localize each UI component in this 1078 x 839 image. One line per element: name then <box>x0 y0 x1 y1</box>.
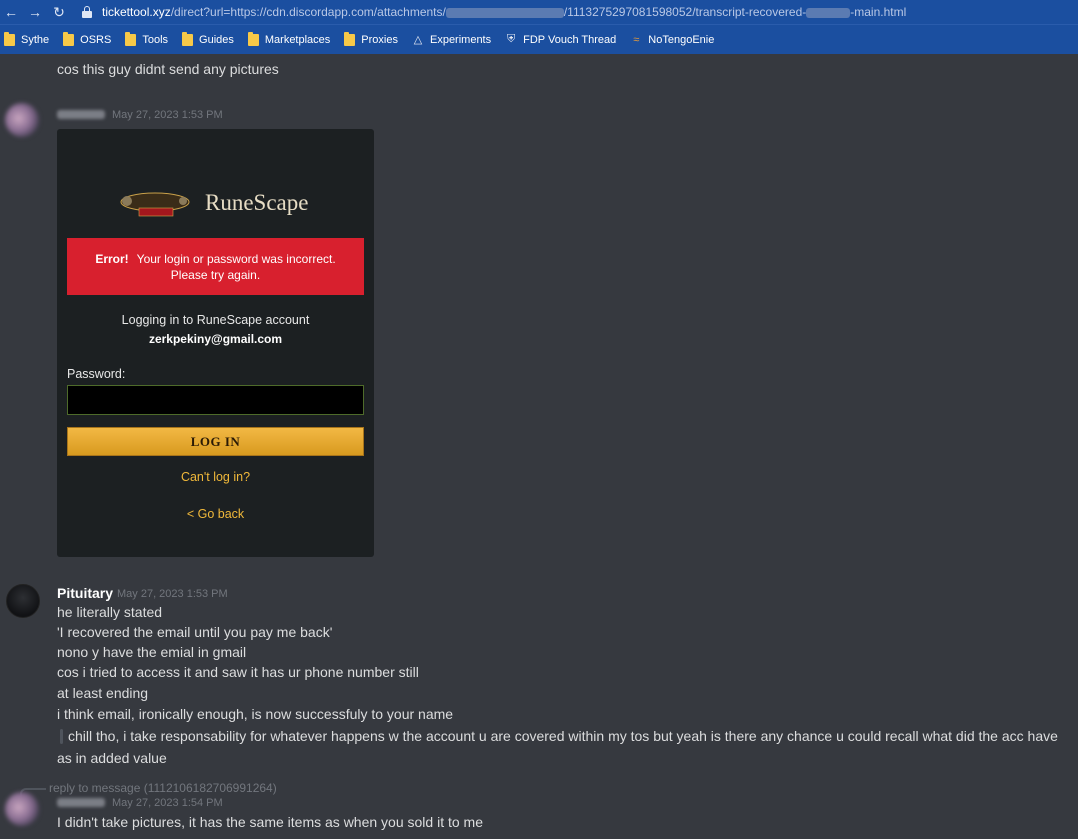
bookmark-label: OSRS <box>80 33 112 46</box>
folder-icon <box>63 31 75 46</box>
chat-transcript: cos this guy didnt send any pictures May… <box>0 54 1078 839</box>
wave-icon: ≈ <box>633 33 640 46</box>
lock-icon[interactable] <box>82 6 92 18</box>
error-message: Your login or password was incorrect. <box>136 252 336 266</box>
password-label: Password: <box>67 367 126 381</box>
login-account-label: Logging in to RuneScape account <box>121 313 310 327</box>
message-text: cos this guy didnt send any pictures <box>57 61 279 77</box>
message-text: nono y have the emial in gmail <box>57 644 247 660</box>
folder-icon <box>247 31 259 46</box>
bookmark-label: Sythe <box>21 33 50 46</box>
url-path-end: -main.html <box>850 5 907 19</box>
bookmark-label: Proxies <box>361 33 398 46</box>
bookmark-osrs[interactable]: OSRS <box>63 31 112 46</box>
bookmark-guides[interactable]: Guides <box>182 31 234 46</box>
bookmark-label: Guides <box>199 33 234 46</box>
message-text: i think email, ironically enough, is now… <box>57 706 454 722</box>
url-path-mid: /1113275297081598052/transcript-recovere… <box>563 5 807 19</box>
go-back-link[interactable]: < Go back <box>57 507 374 521</box>
back-arrow-icon[interactable]: ← <box>2 0 20 24</box>
avatar[interactable] <box>5 103 39 137</box>
cant-login-link[interactable]: Can't log in? <box>57 470 374 484</box>
bookmark-fdp-vouch-thread[interactable]: ⛨ FDP Vouch Thread <box>505 33 617 46</box>
password-field[interactable] <box>67 385 364 415</box>
bookmarks-bar: Sythe OSRS Tools Guides Marketplaces Pro… <box>0 24 1078 54</box>
login-email: zerkpekiny@gmail.com <box>148 332 283 346</box>
bookmark-label: FDP Vouch Thread <box>523 33 617 46</box>
bookmark-proxies[interactable]: Proxies <box>344 31 398 46</box>
bookmark-label: NoTengoEnie <box>648 33 715 46</box>
login-screenshot-embed[interactable]: RuneScape Error! Your login or password w… <box>57 129 374 557</box>
message-timestamp: May 27, 2023 1:53 PM <box>112 109 223 121</box>
folder-icon <box>4 31 15 46</box>
address-bar: ← → ↻ tickettool.xyz/direct?url=https://… <box>0 0 1078 24</box>
reply-reference[interactable]: reply to message (1112106182706991264) <box>49 781 277 795</box>
bookmark-label: Experiments <box>429 33 492 46</box>
message-text: as in added value <box>57 750 167 766</box>
message-text: he literally stated <box>57 604 163 620</box>
shield-icon: ⛨ <box>507 33 516 45</box>
avatar[interactable] <box>5 792 39 826</box>
folder-icon <box>125 31 137 46</box>
login-button[interactable]: LOG IN <box>67 427 364 456</box>
old-school-logo <box>120 192 190 217</box>
redacted-username <box>57 798 105 807</box>
url-host: tickettool.xyz <box>102 5 171 19</box>
redacted-username <box>57 110 105 119</box>
folder-icon <box>344 31 356 46</box>
message-timestamp: May 27, 2023 1:53 PM <box>117 588 228 600</box>
runescape-logos: RuneScape <box>117 184 317 224</box>
folder-icon <box>182 31 194 46</box>
error-label: Error! <box>95 252 129 266</box>
url-path-start: /direct?url=https://cdn.discordapp.com/a… <box>170 5 446 19</box>
username[interactable]: Pituitary <box>57 585 113 601</box>
bookmark-marketplaces[interactable]: Marketplaces <box>247 31 331 46</box>
login-error-banner: Error! Your login or password was incorre… <box>67 238 364 295</box>
redacted-url-segment <box>445 7 564 18</box>
message-text: at least ending <box>57 685 149 701</box>
bookmark-notengoenie[interactable]: ≈ NoTengoEnie <box>630 34 714 46</box>
avatar[interactable] <box>6 584 40 618</box>
message-text: 'I recovered the email until you pay me … <box>57 624 333 640</box>
bookmark-label: Marketplaces <box>264 33 331 46</box>
bookmark-experiments[interactable]: △ Experiments <box>412 33 492 47</box>
message-text: cos i tried to access it and saw it has … <box>57 664 419 680</box>
flask-icon: △ <box>413 34 423 46</box>
reload-icon[interactable]: ↻ <box>50 0 68 24</box>
quoted-text: chill tho, i take responsability for wha… <box>68 728 1058 744</box>
bookmark-sythe[interactable]: Sythe <box>4 31 50 46</box>
quote-bar <box>60 729 63 744</box>
redacted-url-segment <box>806 7 851 18</box>
message-timestamp: May 27, 2023 1:54 PM <box>112 797 223 809</box>
runescape-logo-text: RuneScape <box>205 190 309 215</box>
error-message-2: Please try again. <box>170 268 261 282</box>
url-field[interactable]: tickettool.xyz/direct?url=https://cdn.di… <box>102 5 906 19</box>
forward-arrow-icon[interactable]: → <box>26 0 44 24</box>
message-text: I didn't take pictures, it has the same … <box>57 814 483 830</box>
bookmark-label: Tools <box>142 33 169 46</box>
bookmark-tools[interactable]: Tools <box>125 31 169 46</box>
